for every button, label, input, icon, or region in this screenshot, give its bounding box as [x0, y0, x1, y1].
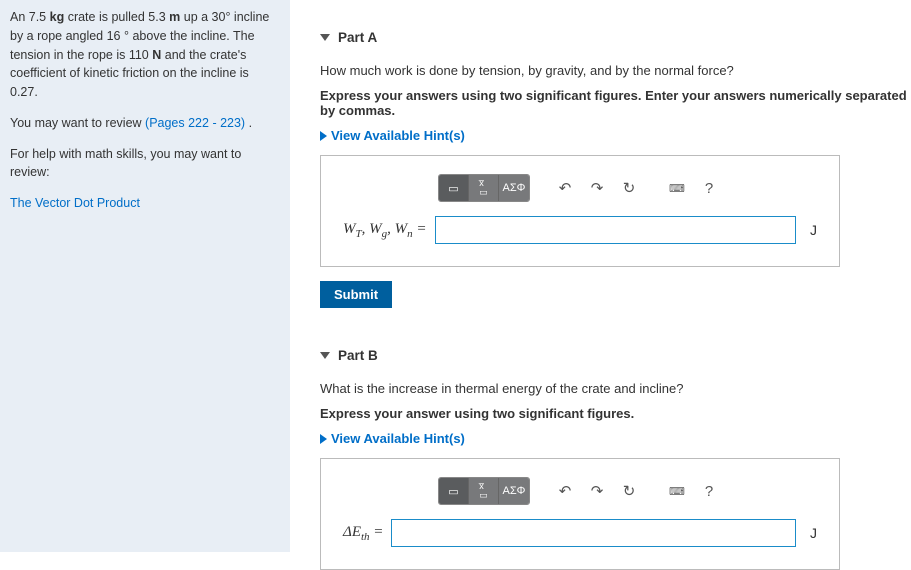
collapse-icon — [320, 34, 330, 41]
template-buttons: ▭ x̅▭ ΑΣΦ — [438, 174, 530, 202]
vector-dot-product-link[interactable]: The Vector Dot Product — [10, 196, 140, 210]
part-b-var-label: ΔEth = — [343, 524, 383, 543]
part-a-input-row: WT, Wg, Wn = J — [343, 216, 817, 244]
keyboard-button[interactable]: ⌨ — [664, 478, 690, 504]
expand-icon — [320, 131, 327, 141]
review-text: You may want to review (Pages 222 - 223)… — [10, 114, 280, 133]
pages-link[interactable]: (Pages 222 - 223) — [145, 116, 245, 130]
text: An 7.5 — [10, 10, 50, 24]
part-b-answer-input[interactable] — [391, 519, 796, 547]
formula-toolbar: ▭ x̅▭ ΑΣΦ ↶ ↷ ↻ ⌨ ? — [438, 477, 817, 505]
part-a-hints[interactable]: View Available Hint(s) — [320, 128, 911, 143]
part-a-title: Part A — [338, 30, 377, 45]
text: up a 30 — [180, 10, 225, 24]
problem-sidebar: An 7.5 kg crate is pulled 5.3 m up a 30°… — [0, 0, 290, 552]
greek-button[interactable]: ΑΣΦ — [499, 175, 529, 201]
part-a-unit: J — [810, 222, 817, 238]
part-a-question: How much work is done by tension, by gra… — [320, 63, 911, 78]
fraction-button[interactable]: x̅▭ — [469, 175, 499, 201]
part-a-var-label: WT, Wg, Wn = — [343, 221, 427, 240]
problem-statement: An 7.5 kg crate is pulled 5.3 m up a 30°… — [10, 8, 280, 102]
part-b-question: What is the increase in thermal energy o… — [320, 381, 911, 396]
reset-button[interactable]: ↻ — [616, 175, 642, 201]
keyboard-button[interactable]: ⌨ — [664, 175, 690, 201]
help-button[interactable]: ? — [696, 478, 722, 504]
hints-label: View Available Hint(s) — [331, 128, 465, 143]
undo-button[interactable]: ↶ — [552, 175, 578, 201]
unit-m: m — [169, 10, 180, 24]
text: You may want to review — [10, 116, 145, 130]
fraction-button[interactable]: x̅▭ — [469, 478, 499, 504]
formula-toolbar: ▭ x̅▭ ΑΣΦ ↶ ↷ ↻ ⌨ ? — [438, 174, 817, 202]
part-b-title: Part B — [338, 348, 378, 363]
part-b-instruct: Express your answer using two significan… — [320, 406, 911, 421]
help-text: For help with math skills, you may want … — [10, 145, 280, 183]
redo-button[interactable]: ↷ — [584, 175, 610, 201]
undo-button[interactable]: ↶ — [552, 478, 578, 504]
template-button[interactable]: ▭ — [439, 175, 469, 201]
part-b-header[interactable]: Part B — [320, 348, 911, 363]
text: . — [245, 116, 252, 130]
part-b-unit: J — [810, 525, 817, 541]
main-content: Part A How much work is done by tension,… — [290, 0, 911, 552]
help-button[interactable]: ? — [696, 175, 722, 201]
template-buttons: ▭ x̅▭ ΑΣΦ — [438, 477, 530, 505]
part-b: Part B What is the increase in thermal e… — [320, 348, 911, 570]
unit-kg: kg — [50, 10, 65, 24]
submit-button[interactable]: Submit — [320, 281, 392, 308]
part-a-instruct: Express your answers using two significa… — [320, 88, 911, 118]
expand-icon — [320, 434, 327, 444]
template-button[interactable]: ▭ — [439, 478, 469, 504]
part-a-answer-box: ▭ x̅▭ ΑΣΦ ↶ ↷ ↻ ⌨ ? WT, Wg, Wn = J — [320, 155, 840, 267]
redo-button[interactable]: ↷ — [584, 478, 610, 504]
part-b-input-row: ΔEth = J — [343, 519, 817, 547]
greek-button[interactable]: ΑΣΦ — [499, 478, 529, 504]
part-b-hints[interactable]: View Available Hint(s) — [320, 431, 911, 446]
part-a: Part A How much work is done by tension,… — [320, 30, 911, 308]
reset-button[interactable]: ↻ — [616, 478, 642, 504]
text: crate is pulled 5.3 — [64, 10, 169, 24]
hints-label: View Available Hint(s) — [331, 431, 465, 446]
unit-n: N — [152, 48, 161, 62]
part-a-header[interactable]: Part A — [320, 30, 911, 45]
part-a-answer-input[interactable] — [435, 216, 797, 244]
collapse-icon — [320, 352, 330, 359]
part-b-answer-box: ▭ x̅▭ ΑΣΦ ↶ ↷ ↻ ⌨ ? ΔEth = J — [320, 458, 840, 570]
